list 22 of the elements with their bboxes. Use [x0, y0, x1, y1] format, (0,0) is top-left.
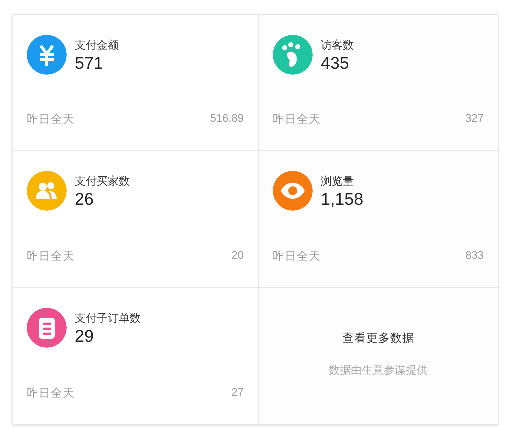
source-note: 数据由生意参谋提供: [329, 363, 428, 380]
metric-value: 26: [75, 189, 95, 211]
period-label: 昨日全天: [273, 248, 321, 265]
period-label: 昨日全天: [27, 110, 75, 128]
metric-value: 571: [75, 53, 104, 75]
metric-value: 1,158: [321, 189, 364, 211]
previous-value: 20: [232, 249, 244, 264]
metric-label: 支付金额: [75, 39, 119, 53]
period-label: 昨日全天: [27, 248, 75, 265]
previous-value: 327: [466, 112, 484, 128]
more-data-link[interactable]: 查看更多数据: [342, 330, 414, 348]
previous-value: 27: [232, 386, 244, 402]
metric-label: 支付买家数: [75, 175, 130, 189]
previous-value: 833: [466, 249, 484, 264]
period-label: 昨日全天: [273, 110, 321, 128]
metric-value: 29: [75, 326, 95, 348]
previous-value: 516.89: [210, 112, 244, 128]
metric-label: 访客数: [321, 39, 354, 53]
period-label: 昨日全天: [27, 384, 75, 402]
metric-value: 435: [321, 53, 350, 75]
metric-label: 浏览量: [321, 175, 355, 189]
metric-label: 支付子订单数: [75, 312, 141, 326]
